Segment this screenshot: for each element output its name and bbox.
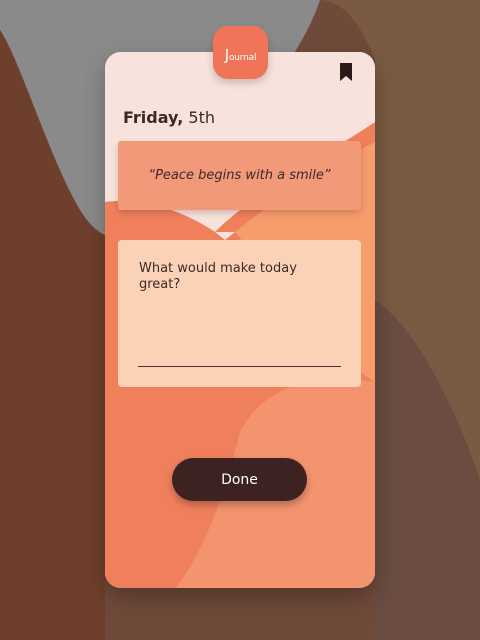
quote-text: “Peace begins with a smile” — [148, 168, 331, 183]
journal-logo: Journal — [213, 26, 268, 79]
bookmark-icon[interactable] — [338, 62, 354, 82]
logo-text: Journal — [225, 46, 257, 64]
quote-card: “Peace begins with a smile” — [118, 141, 361, 210]
done-button[interactable]: Done — [172, 458, 307, 501]
prompt-question: What would make today great? — [139, 261, 297, 292]
date-day: Friday, — [123, 108, 184, 127]
date-heading: Friday, 5th — [123, 108, 215, 127]
logo-rest: ournal — [228, 52, 257, 63]
date-number: 5th — [188, 108, 215, 127]
answer-input[interactable] — [138, 336, 341, 367]
journal-card: Friday, 5th “Peace begins with a smile” … — [105, 52, 375, 588]
prompt-card: What would make today great? — [118, 240, 361, 387]
